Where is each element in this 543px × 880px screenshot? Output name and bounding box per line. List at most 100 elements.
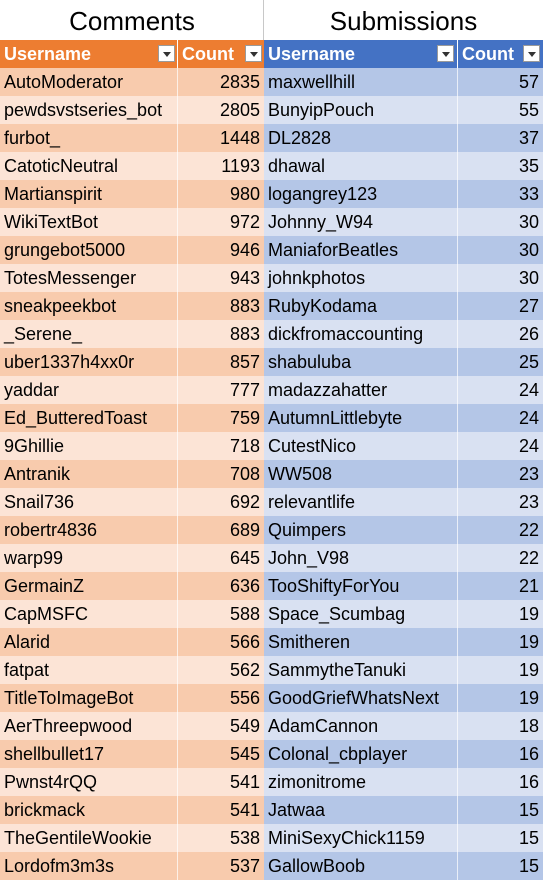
username-cell[interactable]: AutoModerator (0, 68, 177, 96)
username-cell[interactable]: relevantlife (264, 488, 457, 516)
count-cell[interactable]: 972 (178, 208, 264, 236)
username-cell[interactable]: AutumnLittlebyte (264, 404, 457, 432)
username-cell[interactable]: yaddar (0, 376, 177, 404)
username-cell[interactable]: GermainZ (0, 572, 177, 600)
count-cell[interactable]: 22 (458, 516, 543, 544)
username-cell[interactable]: Alarid (0, 628, 177, 656)
username-cell[interactable]: Jatwaa (264, 796, 457, 824)
count-cell[interactable]: 1193 (178, 152, 264, 180)
username-cell[interactable]: grungebot5000 (0, 236, 177, 264)
count-cell[interactable]: 883 (178, 320, 264, 348)
count-cell[interactable]: 26 (458, 320, 543, 348)
count-cell[interactable]: 19 (458, 628, 543, 656)
username-cell[interactable]: Smitheren (264, 628, 457, 656)
count-cell[interactable]: 777 (178, 376, 264, 404)
count-cell[interactable]: 24 (458, 376, 543, 404)
count-cell[interactable]: 883 (178, 292, 264, 320)
count-cell[interactable]: 2835 (178, 68, 264, 96)
username-cell[interactable]: Martianspirit (0, 180, 177, 208)
count-cell[interactable]: 708 (178, 460, 264, 488)
count-cell[interactable]: 15 (458, 852, 543, 880)
username-cell[interactable]: CapMSFC (0, 600, 177, 628)
count-cell[interactable]: 16 (458, 768, 543, 796)
count-cell[interactable]: 759 (178, 404, 264, 432)
username-cell[interactable]: DL2828 (264, 124, 457, 152)
username-cell[interactable]: madazzahatter (264, 376, 457, 404)
count-cell[interactable]: 25 (458, 348, 543, 376)
count-cell[interactable]: 15 (458, 796, 543, 824)
username-cell[interactable]: pewdsvstseries_bot (0, 96, 177, 124)
username-cell[interactable]: Antranik (0, 460, 177, 488)
count-cell[interactable]: 943 (178, 264, 264, 292)
count-cell[interactable]: 549 (178, 712, 264, 740)
count-cell[interactable]: 37 (458, 124, 543, 152)
count-cell[interactable]: 30 (458, 264, 543, 292)
username-cell[interactable]: GallowBoob (264, 852, 457, 880)
username-cell[interactable]: 9Ghillie (0, 432, 177, 460)
count-cell[interactable]: 35 (458, 152, 543, 180)
username-cell[interactable]: AerThreepwood (0, 712, 177, 740)
count-cell[interactable]: 16 (458, 740, 543, 768)
username-cell[interactable]: BunyipPouch (264, 96, 457, 124)
username-cell[interactable]: Ed_ButteredToast (0, 404, 177, 432)
count-cell[interactable]: 19 (458, 684, 543, 712)
count-cell[interactable]: 15 (458, 824, 543, 852)
count-cell[interactable]: 541 (178, 796, 264, 824)
username-cell[interactable]: Johnny_W94 (264, 208, 457, 236)
count-cell[interactable]: 1448 (178, 124, 264, 152)
filter-dropdown-icon[interactable] (245, 45, 262, 62)
username-cell[interactable]: MiniSexyChick1159 (264, 824, 457, 852)
count-cell[interactable]: 537 (178, 852, 264, 880)
count-cell[interactable]: 23 (458, 460, 543, 488)
username-cell[interactable]: dickfromaccounting (264, 320, 457, 348)
username-cell[interactable]: WW508 (264, 460, 457, 488)
username-cell[interactable]: WikiTextBot (0, 208, 177, 236)
username-cell[interactable]: Quimpers (264, 516, 457, 544)
username-cell[interactable]: RubyKodama (264, 292, 457, 320)
username-cell[interactable]: Pwnst4rQQ (0, 768, 177, 796)
username-cell[interactable]: uber1337h4xx0r (0, 348, 177, 376)
username-cell[interactable]: Space_Scumbag (264, 600, 457, 628)
username-cell[interactable]: shellbullet17 (0, 740, 177, 768)
count-cell[interactable]: 689 (178, 516, 264, 544)
filter-dropdown-icon[interactable] (437, 45, 454, 62)
count-cell[interactable]: 946 (178, 236, 264, 264)
username-cell[interactable]: maxwellhill (264, 68, 457, 96)
count-cell[interactable]: 562 (178, 656, 264, 684)
count-cell[interactable]: 692 (178, 488, 264, 516)
count-cell[interactable]: 857 (178, 348, 264, 376)
count-cell[interactable]: 24 (458, 404, 543, 432)
count-cell[interactable]: 538 (178, 824, 264, 852)
username-cell[interactable]: shabuluba (264, 348, 457, 376)
username-cell[interactable]: furbot_ (0, 124, 177, 152)
username-cell[interactable]: robertr4836 (0, 516, 177, 544)
username-cell[interactable]: sneakpeekbot (0, 292, 177, 320)
username-cell[interactable]: brickmack (0, 796, 177, 824)
username-cell[interactable]: Colonal_cbplayer (264, 740, 457, 768)
count-cell[interactable]: 30 (458, 236, 543, 264)
count-cell[interactable]: 23 (458, 488, 543, 516)
count-cell[interactable]: 588 (178, 600, 264, 628)
username-cell[interactable]: _Serene_ (0, 320, 177, 348)
username-cell[interactable]: TooShiftyForYou (264, 572, 457, 600)
username-cell[interactable]: dhawal (264, 152, 457, 180)
count-cell[interactable]: 33 (458, 180, 543, 208)
username-cell[interactable]: ManiaforBeatles (264, 236, 457, 264)
username-cell[interactable]: AdamCannon (264, 712, 457, 740)
username-cell[interactable]: zimonitrome (264, 768, 457, 796)
username-cell[interactable]: TitleToImageBot (0, 684, 177, 712)
username-cell[interactable]: John_V98 (264, 544, 457, 572)
count-cell[interactable]: 55 (458, 96, 543, 124)
count-cell[interactable]: 2805 (178, 96, 264, 124)
count-cell[interactable]: 19 (458, 600, 543, 628)
username-cell[interactable]: TotesMessenger (0, 264, 177, 292)
filter-dropdown-icon[interactable] (158, 45, 175, 62)
count-cell[interactable]: 57 (458, 68, 543, 96)
username-cell[interactable]: GoodGriefWhatsNext (264, 684, 457, 712)
username-cell[interactable]: TheGentileWookie (0, 824, 177, 852)
username-cell[interactable]: johnkphotos (264, 264, 457, 292)
username-cell[interactable]: Snail736 (0, 488, 177, 516)
count-cell[interactable]: 566 (178, 628, 264, 656)
count-cell[interactable]: 980 (178, 180, 264, 208)
username-cell[interactable]: CatoticNeutral (0, 152, 177, 180)
